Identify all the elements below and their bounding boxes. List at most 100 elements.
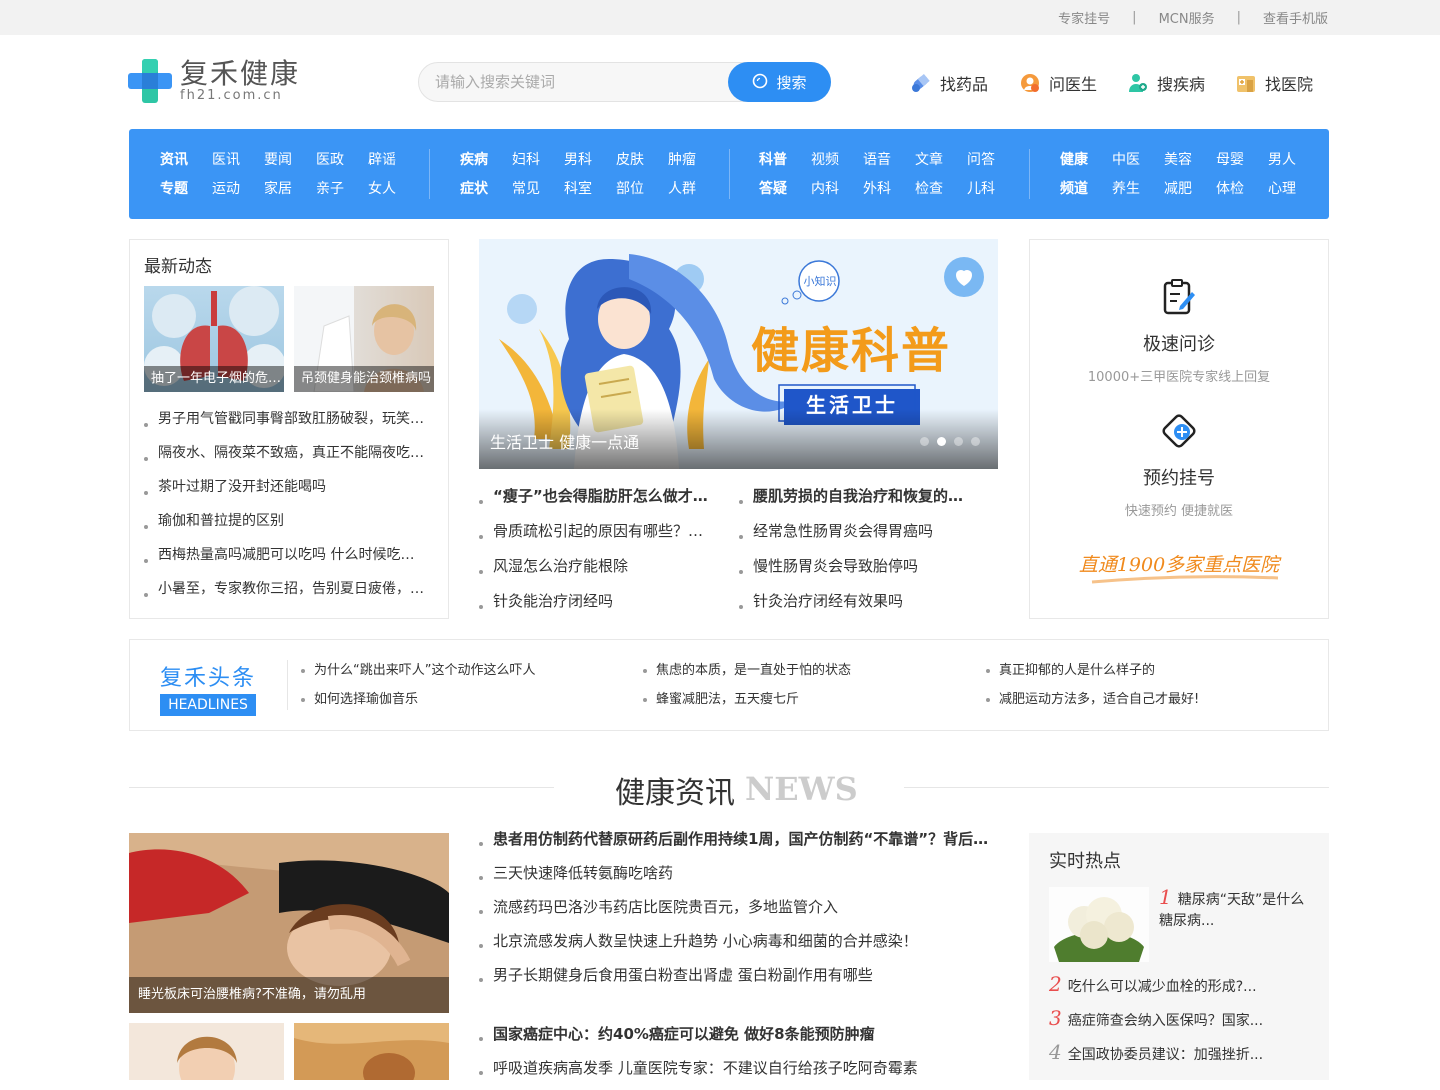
list-item[interactable]: 瑜伽和普拉提的区别 xyxy=(144,510,424,544)
nav-item[interactable]: 医政 xyxy=(316,149,368,169)
nav-item[interactable]: 症状 xyxy=(460,178,512,198)
nav-item[interactable]: 体检 xyxy=(1216,178,1268,198)
headline-item[interactable]: 为什么“跳出来吓人”这个动作这么吓人 xyxy=(301,656,621,685)
expert-registration-link[interactable]: 专家挂号 xyxy=(1058,8,1110,27)
latest-thumb[interactable]: 抽了一年电子烟的危害有多大 xyxy=(144,286,284,392)
hot-rank: 3 xyxy=(1049,1006,1062,1030)
nav-item[interactable]: 内科 xyxy=(811,178,863,198)
section-title: 健康资讯 NEWS xyxy=(0,768,1440,811)
nav-item[interactable]: 视频 xyxy=(811,149,863,169)
nav-item[interactable]: 外科 xyxy=(863,178,915,198)
nav-item[interactable]: 文章 xyxy=(915,149,967,169)
find-medicine-link[interactable]: 找药品 xyxy=(910,71,988,95)
news-thumb[interactable] xyxy=(294,1023,449,1080)
nav-item[interactable]: 男科 xyxy=(564,149,616,169)
list-item[interactable]: 针灸治疗闭经有效果吗 xyxy=(739,589,977,624)
clipboard-pen-icon xyxy=(1163,279,1195,315)
nav-item[interactable]: 中医 xyxy=(1112,149,1164,169)
carousel-dot[interactable] xyxy=(954,437,963,446)
nav-item[interactable]: 检查 xyxy=(915,178,967,198)
search-input[interactable] xyxy=(435,73,725,91)
list-item[interactable]: 针灸能治疗闭经吗 xyxy=(479,589,717,624)
list-item[interactable]: 经常急性肠胃炎会得胃癌吗 xyxy=(739,519,977,554)
list-item[interactable]: 西梅热量高吗减肥可以吃吗 什么时候吃西梅最好 xyxy=(144,544,424,578)
headline-item[interactable]: 焦虑的本质，是一直处于怕的状态 xyxy=(643,656,963,685)
list-item[interactable]: 风湿怎么治疗能根除 xyxy=(479,554,717,589)
nav-item[interactable]: 常见 xyxy=(512,178,564,198)
promo-banner[interactable]: 小知识 健康科普 生活卫士 生活卫士 健康一点通 xyxy=(479,239,998,469)
nav-item[interactable]: 母婴 xyxy=(1216,149,1268,169)
nav-item[interactable]: 疾病 xyxy=(460,149,512,169)
hot-item[interactable]: 3 癌症筛查会纳入医保吗？国家... xyxy=(1049,1006,1263,1030)
nav-item[interactable]: 资讯 xyxy=(160,149,212,169)
news-item[interactable]: 流感药玛巴洛沙韦药店比医院贵百元，多地监管介入 xyxy=(479,895,999,929)
ask-doctor-link[interactable]: 问医生 xyxy=(1019,71,1097,95)
carousel-dot[interactable] xyxy=(920,437,929,446)
hot-item[interactable]: 4 全国政协委员建议：加强挫折... xyxy=(1049,1040,1263,1064)
nav-item[interactable]: 家居 xyxy=(264,178,316,198)
list-item[interactable]: 男子用气管戳同事臀部致肛肠破裂，玩笑开大了 xyxy=(144,408,424,442)
nav-group-news: 资讯 医讯 要闻 医政 辟谣 专题 运动 家居 亲子 女人 xyxy=(160,144,420,202)
search-disease-link[interactable]: 搜疾病 xyxy=(1127,71,1205,95)
list-item[interactable]: 慢性肠胃炎会导致胎停吗 xyxy=(739,554,977,589)
list-item[interactable]: “瘦子”也会得脂肪肝怎么做才能缓解 xyxy=(479,484,717,519)
headline-item[interactable]: 如何选择瑜伽音乐 xyxy=(301,685,621,714)
banner-tag: 生活卫士 xyxy=(806,393,898,417)
nav-item[interactable]: 亲子 xyxy=(316,178,368,198)
quick-consult-card[interactable]: 极速问诊 10000+三甲医院专家线上回复 xyxy=(1030,278,1328,385)
headline-item[interactable]: 真正抑郁的人是什么样子的 xyxy=(986,656,1306,685)
nav-item[interactable]: 科室 xyxy=(564,178,616,198)
nav-item[interactable]: 频道 xyxy=(1060,178,1112,198)
book-appointment-card[interactable]: 预约挂号 快速预约 便捷就医 xyxy=(1030,412,1328,519)
search-button[interactable]: 搜索 xyxy=(728,62,831,102)
latest-thumb[interactable]: 吊颈健身能治颈椎病吗 xyxy=(294,286,434,392)
news-item[interactable]: 三天快速降低转氨酶吃啥药 xyxy=(479,861,999,895)
news-item[interactable]: 北京流感发病人数呈快速上升趋势 小心病毒和细菌的合并感染！ xyxy=(479,929,999,963)
hospital-slogan[interactable]: 直通1900多家重点医院 xyxy=(1030,550,1328,577)
mcn-service-link[interactable]: MCN服务 xyxy=(1159,8,1215,27)
nav-item[interactable]: 人群 xyxy=(668,178,720,198)
headline-item[interactable]: 蜂蜜减肥法，五天瘦七斤 xyxy=(643,685,963,714)
nav-item[interactable]: 专题 xyxy=(160,178,212,198)
headline-item[interactable]: 减肥运动方法多，适合自己才最好! xyxy=(986,685,1306,714)
site-logo[interactable]: 复禾健康 fh21.com.cn xyxy=(128,59,300,103)
news-thumb[interactable] xyxy=(129,1023,284,1080)
news-feature[interactable]: 睡光板床可治腰椎病?不准确，请勿乱用 xyxy=(129,833,449,1013)
news-item[interactable]: 国家癌症中心：约40%癌症可以避免 做好8条能预防肿瘤 xyxy=(479,1022,999,1056)
nav-item[interactable]: 肿瘤 xyxy=(668,149,720,169)
nav-item[interactable]: 美容 xyxy=(1164,149,1216,169)
nav-item[interactable]: 女人 xyxy=(368,178,420,198)
mobile-version-link[interactable]: 查看手机版 xyxy=(1263,8,1328,27)
nav-item[interactable]: 答疑 xyxy=(759,178,811,198)
nav-item[interactable]: 运动 xyxy=(212,178,264,198)
nav-item[interactable]: 语音 xyxy=(863,149,915,169)
nav-item[interactable]: 要闻 xyxy=(264,149,316,169)
nav-item[interactable]: 养生 xyxy=(1112,178,1164,198)
list-item[interactable]: 小暑至，专家教你三招，告别夏日疲倦，做好防护 xyxy=(144,578,424,612)
nav-item[interactable]: 辟谣 xyxy=(368,149,420,169)
hot-item[interactable]: 1 糖尿病“天敌”是什么糖尿病... xyxy=(1159,887,1309,932)
hot-item[interactable]: 2 吃什么可以减少血栓的形成?... xyxy=(1049,972,1257,996)
nav-item[interactable]: 健康 xyxy=(1060,149,1112,169)
nav-item[interactable]: 皮肤 xyxy=(616,149,668,169)
nav-item[interactable]: 妇科 xyxy=(512,149,564,169)
list-item[interactable]: 隔夜水、隔夜菜不致癌，真正不能隔夜吃的是这些 xyxy=(144,442,424,476)
nav-item[interactable]: 医讯 xyxy=(212,149,264,169)
news-item[interactable]: 男子长期健身后食用蛋白粉查出肾虚 蛋白粉副作用有哪些 xyxy=(479,963,999,997)
list-item[interactable]: 腰肌劳损的自我治疗和恢复的方法 xyxy=(739,484,977,519)
list-item[interactable]: 茶叶过期了没开封还能喝吗 xyxy=(144,476,424,510)
nav-item[interactable]: 减肥 xyxy=(1164,178,1216,198)
news-item[interactable]: 呼吸道疾病高发季 儿童医院专家：不建议自行给孩子吃阿奇霉素 xyxy=(479,1056,999,1090)
hot-thumb[interactable] xyxy=(1049,887,1149,962)
list-item[interactable]: 骨质疏松引起的原因有哪些？需注意 xyxy=(479,519,717,554)
nav-item[interactable]: 问答 xyxy=(967,149,1019,169)
news-item[interactable]: 患者用仿制药代替原研药后副作用持续1周，国产仿制药“不靠谱”？背后原因 xyxy=(479,827,999,861)
nav-item[interactable]: 男人 xyxy=(1268,149,1320,169)
carousel-dot[interactable] xyxy=(971,437,980,446)
nav-item[interactable]: 科普 xyxy=(759,149,811,169)
carousel-dot-active[interactable] xyxy=(937,437,946,446)
nav-item[interactable]: 儿科 xyxy=(967,178,1019,198)
nav-item[interactable]: 部位 xyxy=(616,178,668,198)
find-hospital-link[interactable]: 找医院 xyxy=(1235,71,1313,95)
nav-item[interactable]: 心理 xyxy=(1268,178,1320,198)
